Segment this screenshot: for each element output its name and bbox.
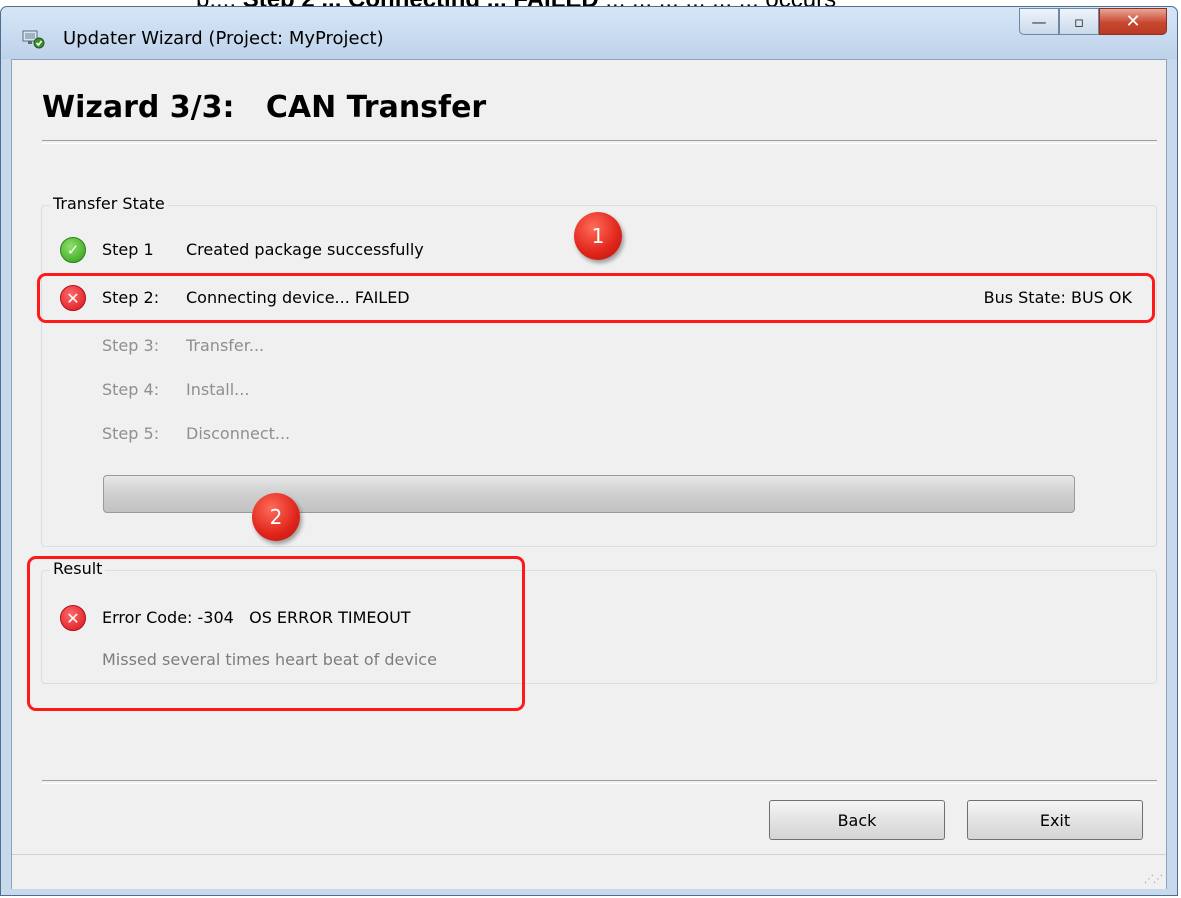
step-5-row: Step 5: Disconnect... xyxy=(102,420,290,446)
step-4-number: Step 4: xyxy=(102,380,160,399)
resize-grip-icon[interactable]: ⋰⋰ xyxy=(1144,874,1163,885)
title-bar[interactable]: Updater Wizard (Project: MyProject) — ▫ … xyxy=(1,7,1177,59)
transfer-progress-bar xyxy=(103,475,1075,513)
maximize-button[interactable]: ▫ xyxy=(1059,8,1099,35)
step-1-number: Step 1 xyxy=(102,240,154,259)
footer-divider xyxy=(42,780,1157,784)
window-title: Updater Wizard (Project: MyProject) xyxy=(63,28,384,49)
step-1-text: Created package successfully xyxy=(186,240,424,259)
step-3-text: Transfer... xyxy=(186,336,265,355)
success-check-icon: ✓ xyxy=(60,237,86,263)
window-controls: — ▫ ✕ xyxy=(1019,8,1167,35)
step-3-row: Step 3: Transfer... xyxy=(102,332,264,358)
updater-window: Updater Wizard (Project: MyProject) — ▫ … xyxy=(0,6,1178,896)
close-icon: ✕ xyxy=(1125,11,1141,32)
minimize-icon: — xyxy=(1031,12,1047,31)
close-button[interactable]: ✕ xyxy=(1099,8,1167,35)
maximize-icon: ▫ xyxy=(1073,12,1085,31)
step-4-row: Step 4: Install... xyxy=(102,376,249,402)
step-3-number: Step 3: xyxy=(102,336,160,355)
callout-frame-result xyxy=(27,556,525,711)
wizard-body: Wizard 3/3: CAN Transfer Transfer State … xyxy=(11,59,1167,889)
step-5-number: Step 5: xyxy=(102,424,160,443)
step-5-text: Disconnect... xyxy=(186,424,291,443)
page-title: Wizard 3/3: CAN Transfer xyxy=(42,90,487,125)
status-bar: ⋰⋰ xyxy=(12,854,1166,889)
callout-frame-step-2 xyxy=(37,273,1155,323)
exit-button[interactable]: Exit xyxy=(967,800,1143,840)
updater-app-icon xyxy=(22,30,45,49)
back-button[interactable]: Back xyxy=(769,800,945,840)
step-1-row: ✓ Step 1 Created package successfully xyxy=(60,236,424,263)
step-4-text: Install... xyxy=(186,380,250,399)
transfer-state-label: Transfer State xyxy=(50,194,168,213)
header-divider xyxy=(42,140,1157,144)
annotation-marker-2: 2 xyxy=(252,493,300,541)
annotation-marker-1: 1 xyxy=(574,212,622,260)
minimize-button[interactable]: — xyxy=(1019,8,1059,35)
